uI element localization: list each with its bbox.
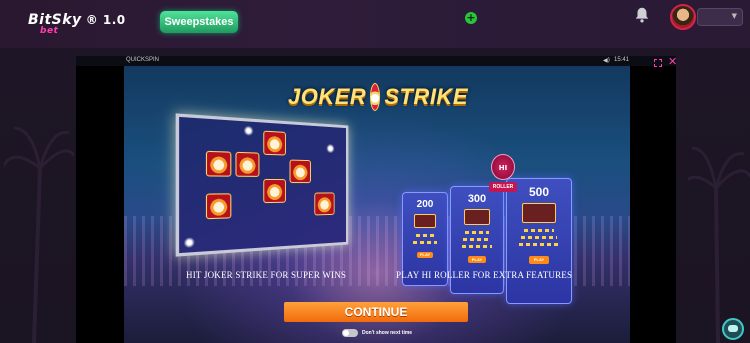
caption-joker-strike: HIT JOKER STRIKE FOR SUPER WINS (186, 270, 347, 280)
chat-support-icon[interactable] (722, 318, 744, 340)
paylines-indicator (463, 238, 491, 241)
palm-tree-left-icon (4, 126, 74, 343)
reel-preview (175, 113, 349, 257)
reel-thumbnail (464, 209, 490, 225)
close-icon[interactable]: ✕ (668, 56, 677, 67)
game-title-logo: JOKER STRIKE (288, 80, 468, 114)
game-toolbar: QUICKSPIN ◀) 15:41 ✕ (76, 56, 677, 67)
game-intro-stage: JOKER STRIKE 200 PLAY 300 PLAY 500 PLAY … (124, 66, 630, 343)
paylines-indicator (519, 243, 559, 246)
paylines-indicator (462, 245, 492, 248)
hi-roller-badge-text: HI (498, 164, 508, 172)
game-window: QUICKSPIN ◀) 15:41 ✕ JOKER STRIKE 200 PL… (76, 56, 677, 343)
sweepstakes-label: Sweepstakes (164, 16, 234, 28)
play-button[interactable]: PLAY (529, 256, 549, 264)
bet-card-500: 500 PLAY (506, 178, 572, 304)
paylines-indicator (413, 241, 437, 244)
game-clock: 15:41 (614, 57, 630, 63)
jester-icon (370, 83, 381, 111)
dont-show-toggle-row[interactable]: Don't show next time (342, 328, 412, 338)
user-menu-dropdown[interactable]: ▼ (697, 8, 743, 26)
plus-icon[interactable]: + (465, 12, 477, 24)
paylines-indicator (521, 236, 557, 239)
joker-symbol-icon (263, 178, 286, 204)
bell-icon[interactable] (633, 6, 651, 24)
palm-tree-right-icon (688, 146, 750, 343)
play-button[interactable]: PLAY (468, 256, 486, 263)
dont-show-label: Don't show next time (362, 330, 413, 336)
sparkle-icon (326, 143, 335, 154)
caption-hi-roller: PLAY HI ROLLER FOR EXTRA FEATURES (396, 270, 573, 280)
top-nav-bar: BitSky ® 1.0 bet Sweepstakes + ▼ (0, 0, 750, 48)
paylines-indicator (524, 229, 554, 232)
bet-card-value: 200 (416, 199, 434, 210)
play-button[interactable]: PLAY (417, 252, 433, 258)
hi-roller-label: ROLLER (489, 182, 517, 192)
joker-symbol-icon (314, 192, 335, 216)
bet-card-value: 300 (467, 193, 487, 205)
logo-version: ® 1.0 (85, 13, 126, 27)
sparkle-icon (183, 236, 195, 249)
title-right: STRIKE (384, 84, 468, 109)
sweepstakes-button[interactable]: Sweepstakes (160, 11, 238, 33)
dont-show-toggle[interactable] (342, 329, 358, 337)
joker-symbol-icon (289, 159, 311, 184)
avatar[interactable] (670, 4, 696, 30)
logo-sub-text: bet (40, 26, 59, 36)
sparkle-icon (243, 125, 254, 137)
joker-symbol-icon (235, 151, 260, 177)
volume-icon[interactable]: ◀) (603, 57, 610, 64)
title-left: JOKER (288, 84, 367, 109)
hi-roller-badge-icon: HI (491, 154, 515, 180)
joker-symbol-icon (205, 193, 232, 220)
chevron-down-icon: ▼ (731, 12, 737, 20)
continue-button[interactable]: CONTINUE (284, 302, 468, 322)
paylines-indicator (416, 234, 434, 237)
reel-thumbnail (414, 214, 436, 228)
expand-icon[interactable] (654, 59, 662, 67)
reel-thumbnail (522, 203, 556, 223)
provider-label: QUICKSPIN (126, 57, 160, 63)
joker-symbol-icon (263, 130, 286, 156)
site-logo[interactable]: BitSky ® 1.0 bet (28, 12, 126, 36)
joker-symbol-icon (205, 150, 232, 177)
paylines-indicator (465, 231, 489, 234)
